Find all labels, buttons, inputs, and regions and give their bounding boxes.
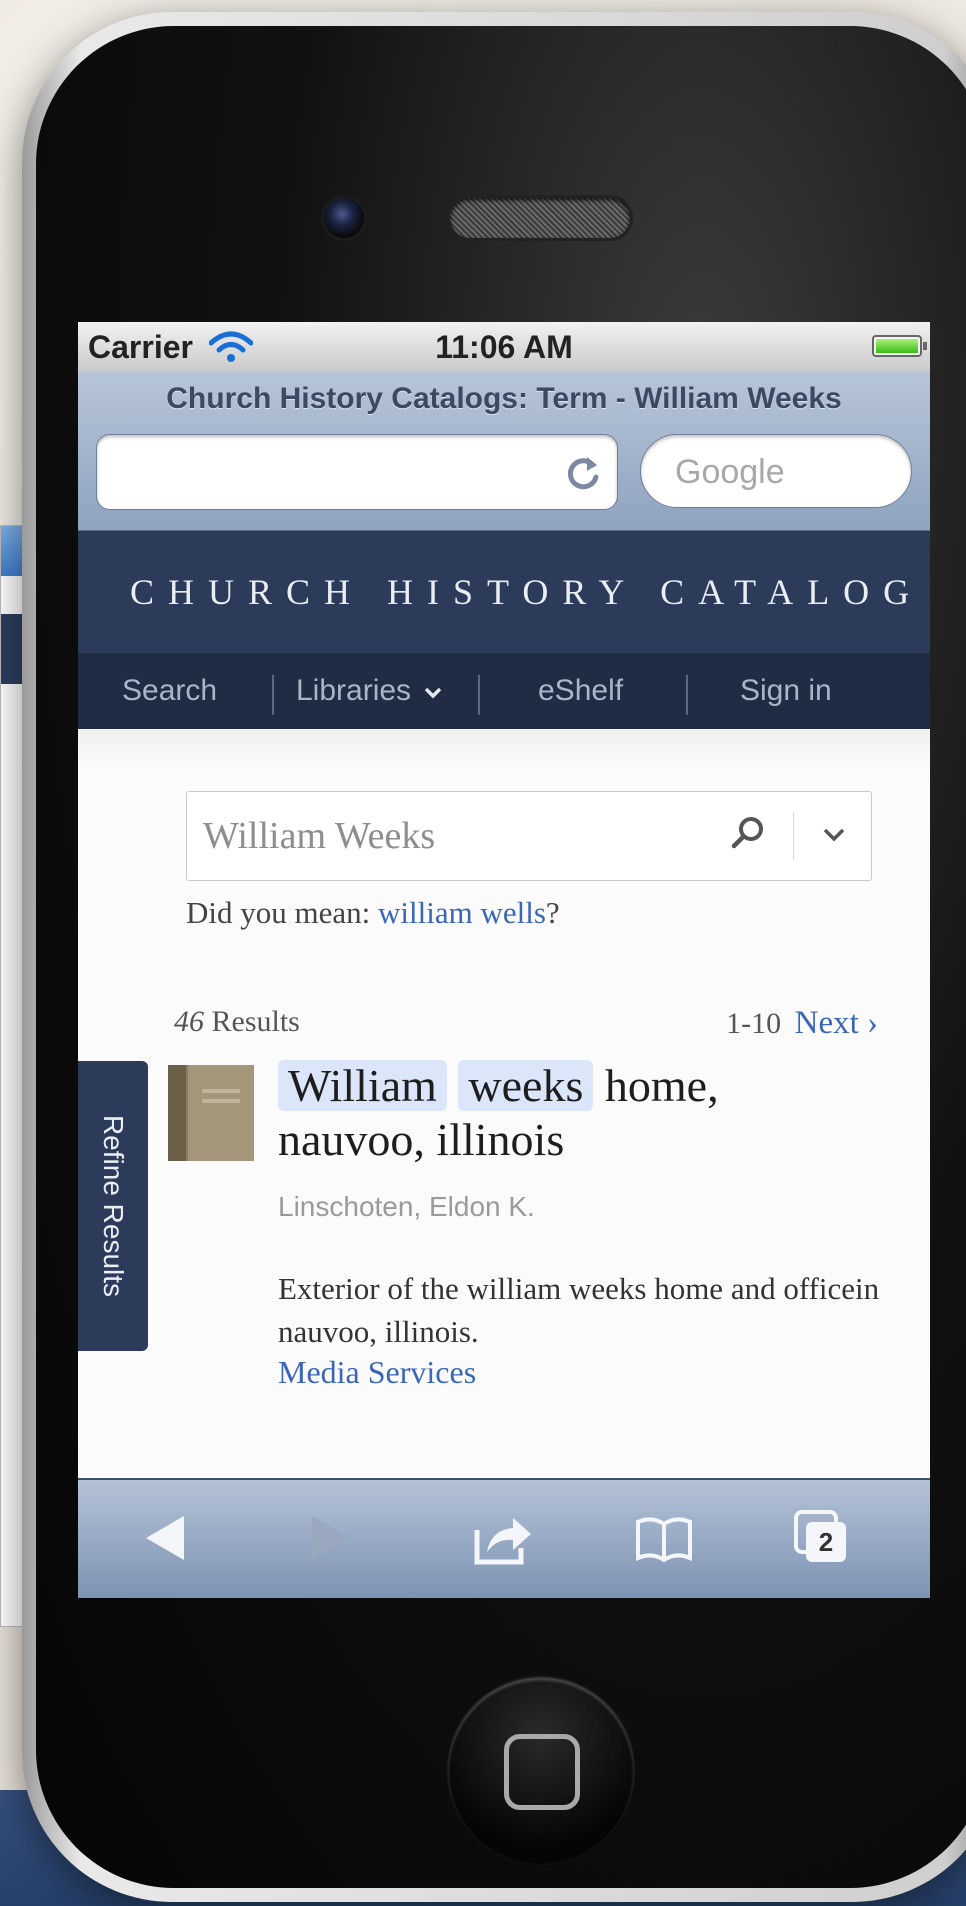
results-label: Results <box>204 1005 300 1038</box>
battery-icon <box>872 335 927 357</box>
title-highlight-william: William <box>278 1060 447 1111</box>
nav-libraries-label: Libraries <box>296 674 412 707</box>
search-input[interactable]: William Weeks <box>203 792 435 880</box>
site-nav: Search Libraries eShelf Sign in <box>78 653 930 729</box>
bookmarks-icon[interactable] <box>634 1508 694 1568</box>
did-you-mean-suffix: ? <box>545 895 560 930</box>
tab-count: 2 <box>818 1527 834 1557</box>
clock: 11:06 AM <box>435 328 573 365</box>
chevron-down-icon <box>425 687 442 699</box>
nav-divider <box>272 675 274 715</box>
page-title: Church History Catalogs: Term - William … <box>166 382 842 415</box>
results-range: 1-10 <box>726 1007 782 1040</box>
carrier-label: Carrier <box>88 328 193 365</box>
forward-arrow-icon[interactable] <box>300 1508 360 1568</box>
back-arrow-icon[interactable] <box>136 1508 196 1568</box>
front-camera <box>324 198 364 238</box>
tabs-button[interactable]: 2 <box>792 1508 852 1568</box>
wifi-icon <box>208 331 253 362</box>
search-icon[interactable] <box>727 814 767 854</box>
status-bar: Carrier 11:06 AM <box>78 322 930 372</box>
browser-toolbar: 2 <box>78 1478 930 1598</box>
google-search-field[interactable]: Google <box>640 434 912 508</box>
results-number: 46 <box>174 1005 204 1038</box>
search-divider <box>793 812 794 860</box>
home-square-icon <box>504 1734 580 1810</box>
results-content: William Weeks Did you mean: william well… <box>78 729 930 1477</box>
book-icon[interactable] <box>168 1065 254 1161</box>
nav-sign-in[interactable]: Sign in <box>740 653 832 729</box>
site-banner[interactable]: CHURCH HISTORY CATALOG <box>78 531 930 653</box>
nav-divider <box>686 675 688 715</box>
results-count: 46 Results <box>174 1005 300 1039</box>
catalog-search-box[interactable]: William Weeks <box>186 791 872 881</box>
nav-search[interactable]: Search <box>122 653 217 729</box>
did-you-mean: Did you mean: william wells? <box>186 895 560 931</box>
result-author: Linschoten, Eldon K. <box>278 1191 535 1222</box>
share-icon[interactable] <box>473 1508 533 1568</box>
suggestion-link[interactable]: william wells <box>378 895 546 930</box>
phone-screen: Carrier 11:06 AM Church History Catalogs… <box>78 322 930 1598</box>
home-button[interactable] <box>448 1678 634 1864</box>
refine-results-label: Refine Results <box>98 1114 129 1298</box>
did-you-mean-prefix: Did you mean: <box>186 895 378 930</box>
pagination: 1-10 Next › <box>726 1005 878 1042</box>
url-field[interactable] <box>96 434 618 510</box>
refine-results-tab[interactable]: Refine Results <box>78 1061 148 1351</box>
nav-eshelf[interactable]: eShelf <box>538 653 623 729</box>
next-page-link[interactable]: Next › <box>795 1005 878 1041</box>
title-text-line2: nauvoo, illinois <box>278 1114 565 1165</box>
reload-icon[interactable] <box>563 453 603 493</box>
result-description: Exterior of the william weeks home and o… <box>278 1271 880 1349</box>
title-highlight-weeks: weeks <box>458 1060 594 1111</box>
nav-divider <box>478 675 480 715</box>
earpiece-speaker <box>450 198 630 238</box>
title-text: home, <box>593 1060 719 1111</box>
search-options-chevron-icon[interactable] <box>817 818 851 852</box>
result-title[interactable]: William weeks home, nauvoo, illinois <box>278 1059 898 1167</box>
browser-header: Church History Catalogs: Term - William … <box>78 372 930 531</box>
nav-libraries[interactable]: Libraries <box>296 653 443 729</box>
result-source-link[interactable]: Media Services <box>278 1354 476 1391</box>
site-logo-text: CHURCH HISTORY CATALOG <box>130 572 924 612</box>
